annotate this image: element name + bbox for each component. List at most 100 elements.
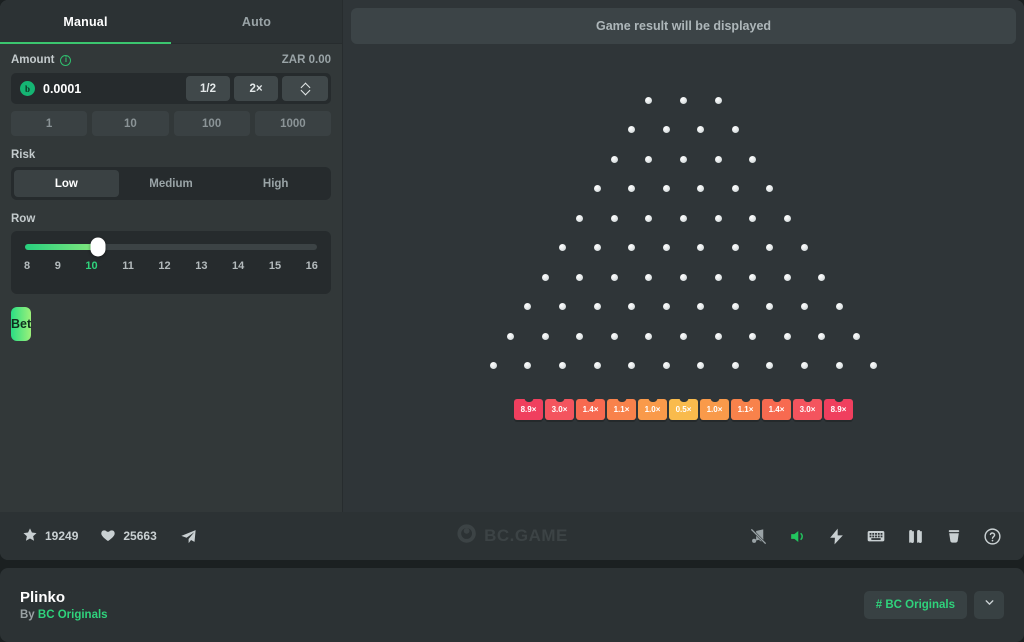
quick-amount-1[interactable]: 1 xyxy=(11,111,88,136)
peg xyxy=(749,332,757,340)
keyboard-icon[interactable] xyxy=(866,526,886,546)
stats-icon[interactable] xyxy=(906,527,925,546)
balance-display: ZAR 0.00 xyxy=(281,54,331,66)
peg xyxy=(541,332,549,340)
multiplier-bucket: 3.0× xyxy=(545,398,574,420)
sound-on-icon[interactable] xyxy=(788,527,807,546)
row-tick-10[interactable]: 10 xyxy=(85,260,97,272)
risk-option-low[interactable]: Low xyxy=(14,170,119,197)
peg xyxy=(697,303,705,310)
multiplier-label: 1.0× xyxy=(644,404,661,414)
multiplier-label: 3.0× xyxy=(799,404,816,414)
peg xyxy=(783,332,791,340)
tab-manual[interactable]: Manual xyxy=(0,0,171,44)
quick-amount-100-label: 100 xyxy=(202,117,222,130)
peg xyxy=(749,273,757,281)
double-amount-button[interactable]: 2× xyxy=(234,76,278,101)
peg xyxy=(714,273,722,281)
risk-option-high[interactable]: High xyxy=(223,170,328,197)
multiplier-label: 8.9× xyxy=(830,404,847,414)
half-amount-button[interactable]: 1/2 xyxy=(186,76,230,101)
peg xyxy=(714,214,722,222)
peg xyxy=(714,155,722,163)
provider-link[interactable]: BC Originals xyxy=(38,609,108,621)
quick-amount-100[interactable]: 100 xyxy=(173,111,250,136)
amount-stepper[interactable] xyxy=(282,76,328,101)
peg xyxy=(749,155,757,163)
quick-amount-10[interactable]: 10 xyxy=(92,111,169,136)
row-tick-12[interactable]: 12 xyxy=(158,260,170,272)
brand-label: BC.GAME xyxy=(484,526,568,545)
risk-label: Risk xyxy=(11,149,36,161)
peg-row xyxy=(597,155,770,186)
tab-auto[interactable]: Auto xyxy=(171,0,342,43)
bet-button-label: Bet xyxy=(11,317,32,331)
plinko-app: Manual Auto Amount i ZAR 0.00 b 0.0001 1… xyxy=(0,0,1024,642)
row-tick-14[interactable]: 14 xyxy=(232,260,244,272)
lightning-icon[interactable] xyxy=(827,527,846,546)
multiplier-label: 1.1× xyxy=(737,404,754,414)
favorites-stat[interactable]: 19249 xyxy=(22,527,78,546)
risk-option-high-label: High xyxy=(262,177,289,190)
row-tick-9[interactable]: 9 xyxy=(55,260,61,272)
game-shell: Manual Auto Amount i ZAR 0.00 b 0.0001 1… xyxy=(0,0,1024,560)
row-slider-knob[interactable] xyxy=(90,237,106,257)
row-slider-track[interactable] xyxy=(25,237,317,257)
peg xyxy=(731,126,739,133)
peg xyxy=(783,273,791,281)
risk-option-medium[interactable]: Medium xyxy=(119,170,224,197)
peg xyxy=(852,332,860,340)
risk-option-medium-label: Medium xyxy=(149,177,193,190)
peg xyxy=(835,303,843,310)
peg xyxy=(645,155,653,163)
chevron-down-icon xyxy=(983,596,996,614)
double-amount-label: 2× xyxy=(249,82,263,95)
chevron-down-icon[interactable] xyxy=(301,89,310,94)
send-icon[interactable] xyxy=(179,527,198,546)
peg xyxy=(680,155,687,163)
peg xyxy=(628,126,636,133)
peg xyxy=(628,362,636,369)
peg xyxy=(714,332,722,340)
peg xyxy=(645,332,653,340)
row-tick-11[interactable]: 11 xyxy=(122,260,134,272)
mode-tabs: Manual Auto xyxy=(0,0,342,44)
quick-amount-1000[interactable]: 1000 xyxy=(254,111,331,136)
row-tick-15[interactable]: 15 xyxy=(269,260,281,272)
likes-stat[interactable]: 25663 xyxy=(100,527,157,546)
bet-button[interactable]: Bet xyxy=(11,307,32,341)
peg xyxy=(835,362,843,369)
row-tick-16[interactable]: 16 xyxy=(306,260,318,272)
multiplier-bucket: 1.1× xyxy=(731,398,760,420)
amount-input[interactable] xyxy=(43,81,182,96)
row-tick-13[interactable]: 13 xyxy=(195,260,207,272)
row-tick-8[interactable]: 8 xyxy=(24,260,30,272)
amount-input-row: b 1/2 2× xyxy=(11,73,331,104)
heart-icon xyxy=(100,527,116,546)
provider-tag[interactable]: # BC Originals xyxy=(863,591,967,619)
provider-tag-label: # BC Originals xyxy=(875,599,955,611)
music-off-icon[interactable] xyxy=(749,527,768,546)
page-title: Plinko xyxy=(20,589,66,606)
peg xyxy=(662,126,670,133)
expand-button[interactable] xyxy=(974,591,1004,619)
fairness-icon[interactable] xyxy=(945,527,963,546)
game-result-bar: Game result will be displayed xyxy=(351,8,1016,44)
bc-logo-icon xyxy=(456,523,477,549)
peg xyxy=(558,362,566,369)
multiplier-label: 1.4× xyxy=(768,404,785,414)
peg-row xyxy=(614,126,752,156)
multiplier-bucket: 1.0× xyxy=(638,398,667,420)
peg xyxy=(818,273,826,281)
peg xyxy=(731,185,739,192)
peg-row xyxy=(545,244,822,274)
help-icon[interactable] xyxy=(983,527,1002,546)
peg xyxy=(662,185,670,192)
info-icon[interactable]: i xyxy=(60,54,72,66)
peg xyxy=(697,126,705,133)
multiplier-bucket: 1.0× xyxy=(700,398,729,420)
likes-count: 25663 xyxy=(123,529,157,543)
risk-option-low-label: Low xyxy=(54,177,78,190)
panel-content: Amount i ZAR 0.00 b 1/2 2× xyxy=(0,44,342,341)
peg xyxy=(662,362,670,369)
